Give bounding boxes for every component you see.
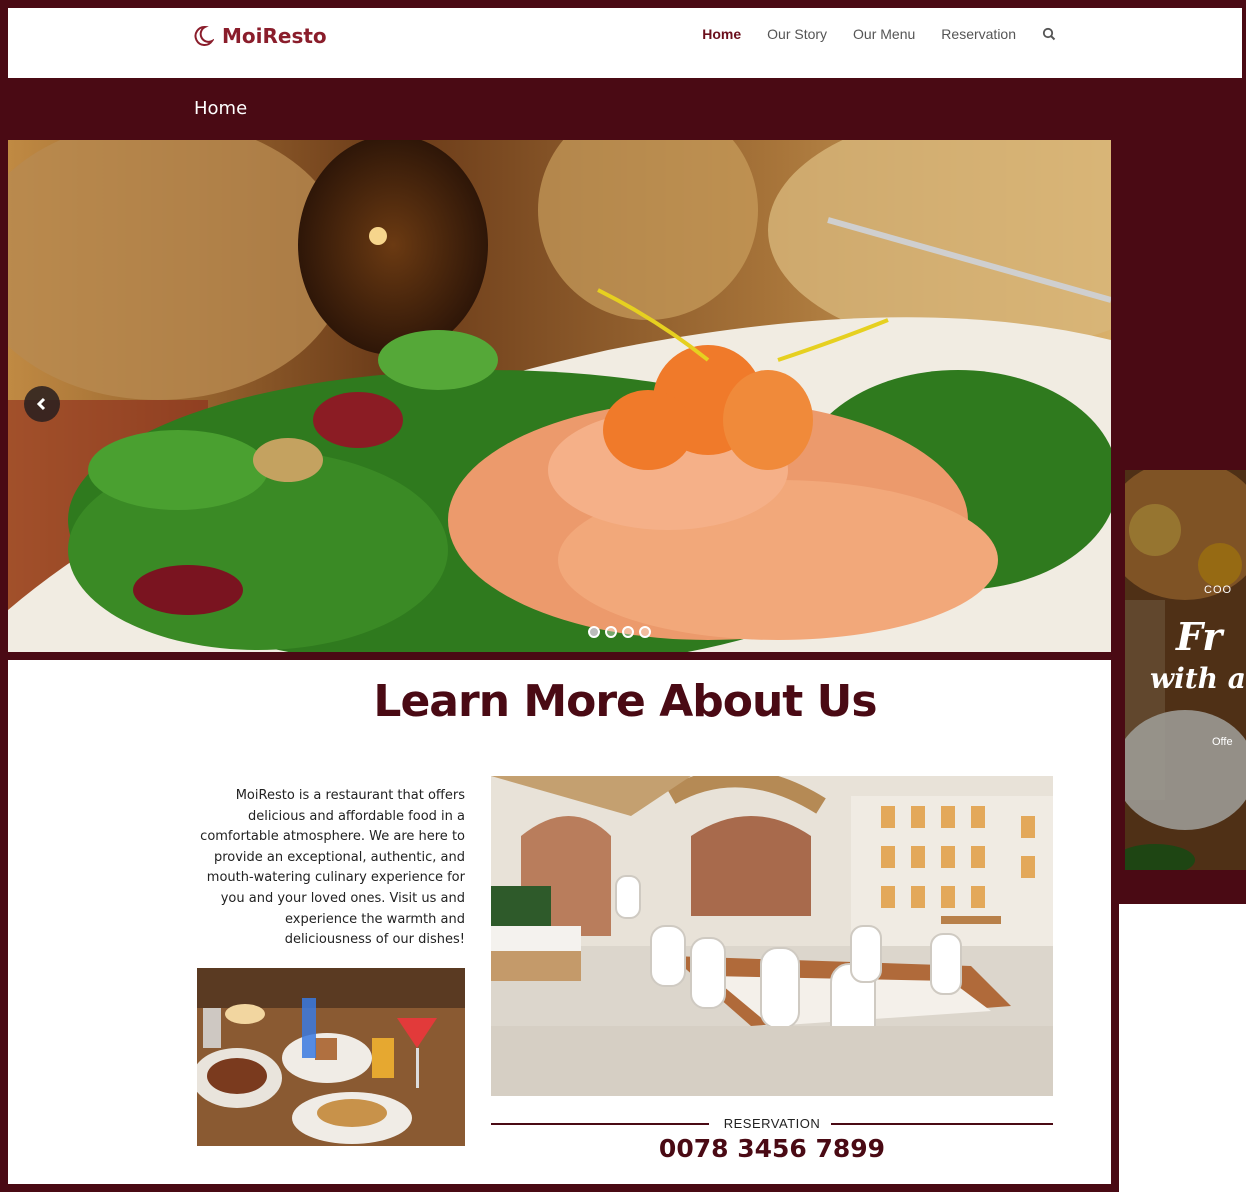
brand-name: MoiResto: [222, 24, 327, 48]
carousel-dot-2[interactable]: [605, 626, 617, 638]
nav-our-menu[interactable]: Our Menu: [853, 26, 915, 42]
secondary-window-body: [1119, 904, 1246, 1192]
promo-text: Offe: [1212, 736, 1233, 748]
carousel-dot-3[interactable]: [622, 626, 634, 638]
brand-logo[interactable]: MoiResto: [194, 22, 327, 50]
breadcrumb: Home: [194, 98, 248, 119]
dining-room-image: [491, 776, 1053, 1096]
main-window: MoiResto Home Our Story Our Menu Reserva…: [8, 8, 1242, 1184]
about-description: MoiResto is a restaurant that offers del…: [200, 788, 465, 948]
drinks-promo-image: COO Fr with a Offe: [1125, 470, 1246, 870]
carousel-dot-1[interactable]: [588, 626, 600, 638]
promo-subline: with a: [1150, 662, 1246, 695]
nav-our-story[interactable]: Our Story: [767, 26, 827, 42]
secondary-window: COO Fr with a Offe: [1112, 350, 1246, 904]
promo-eyebrow: COO: [1204, 584, 1233, 596]
reservation-label: RESERVATION: [723, 1116, 821, 1131]
about-title: Learn More About Us: [373, 676, 877, 727]
hero-carousel: [8, 140, 1111, 652]
carousel-prev-button[interactable]: [24, 386, 60, 422]
nav-home[interactable]: Home: [702, 26, 741, 42]
chevron-left-icon: [36, 397, 46, 411]
about-section: Learn More About Us MoiResto is a restau…: [8, 660, 1111, 1184]
promo-headline: Fr: [1176, 614, 1223, 659]
crescent-moon-icon: [194, 25, 214, 46]
search-icon[interactable]: [1042, 27, 1056, 41]
breadcrumb-bar: Home: [8, 78, 1242, 140]
top-navbar: MoiResto Home Our Story Our Menu Reserva…: [8, 8, 1242, 78]
reservation-phone[interactable]: 0078 3456 7899: [491, 1134, 1053, 1163]
reservation-divider: RESERVATION: [491, 1114, 1053, 1134]
dessert-table-image: [197, 968, 465, 1146]
nav-reservation[interactable]: Reservation: [941, 26, 1016, 42]
carousel-dot-4[interactable]: [639, 626, 651, 638]
main-nav: Home Our Story Our Menu Reservation: [676, 26, 1056, 42]
hero-food-image: [8, 140, 1111, 652]
carousel-indicators: [588, 626, 656, 638]
